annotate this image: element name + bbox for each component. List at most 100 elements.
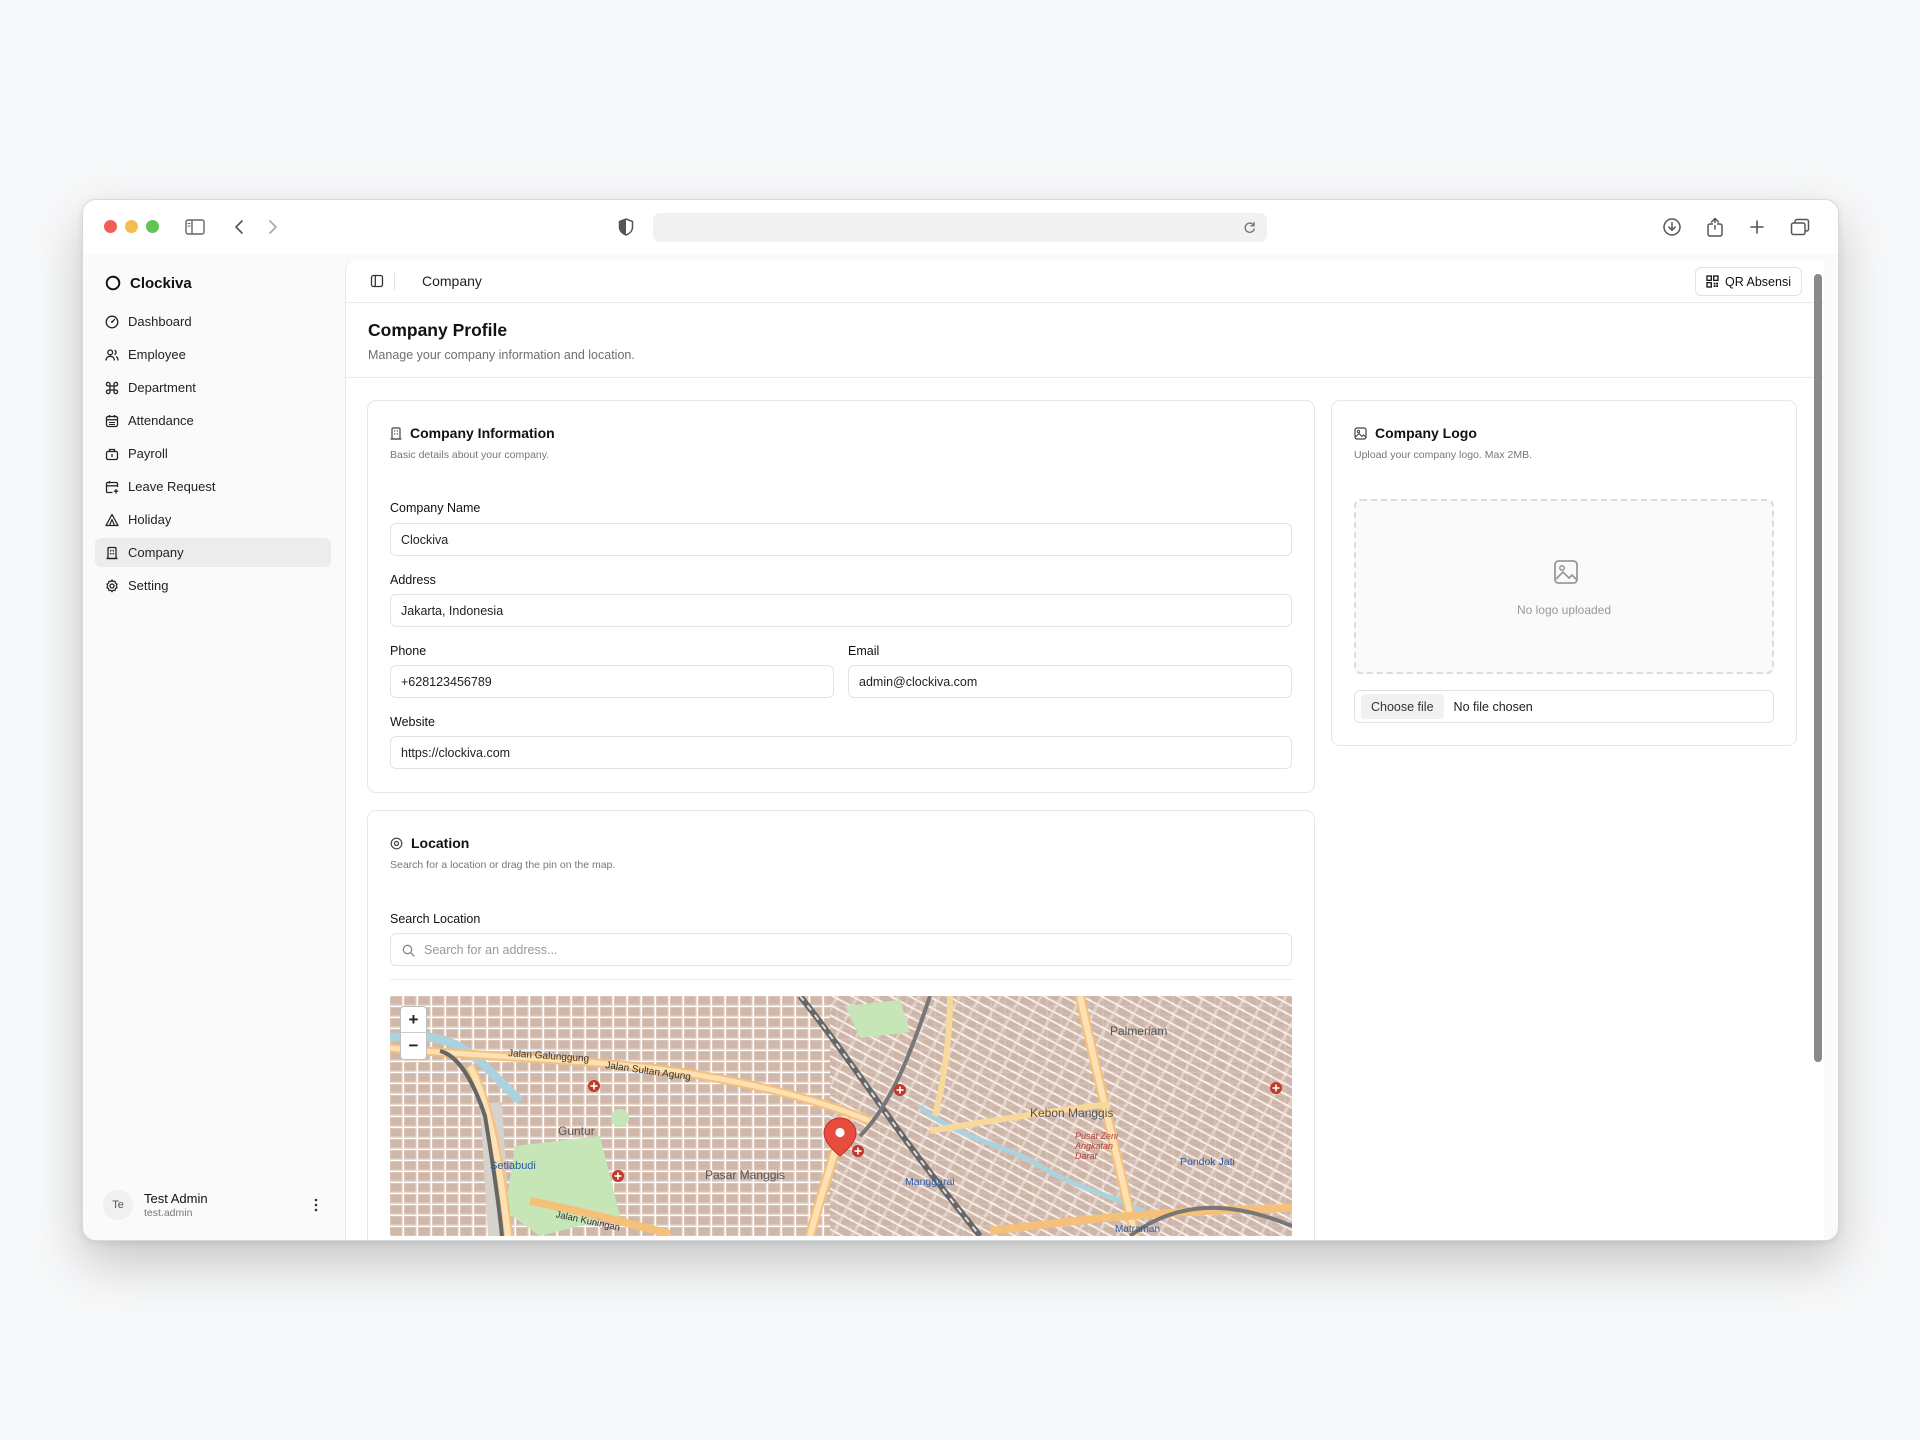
user-name: Test Admin [144, 1191, 208, 1206]
sidebar-item-department[interactable]: Department [95, 373, 331, 402]
sidebar-item-label: Holiday [128, 512, 172, 527]
map-label: Manggarai [905, 1176, 955, 1188]
divider [390, 979, 1292, 980]
shield-icon[interactable] [613, 214, 639, 240]
image-icon [1354, 426, 1367, 440]
location-map[interactable]: Jalan Galunggung Jalan Sultan Agung Seti… [390, 996, 1292, 1236]
sidebar-nav: Dashboard Employee Department Attendance… [95, 307, 331, 604]
website-input[interactable]: https://clockiva.com [390, 736, 1292, 769]
search-placeholder: Search for an address... [424, 942, 558, 957]
scrollbar-thumb[interactable] [1814, 274, 1822, 1062]
search-icon [402, 944, 415, 957]
panel-toggle-icon[interactable] [368, 272, 386, 290]
qr-code-icon [1706, 275, 1719, 288]
breadcrumb: Company [422, 273, 482, 289]
company-name-input[interactable]: Clockiva [390, 523, 1292, 556]
maximize-window-button[interactable] [146, 220, 159, 233]
briefcase-icon [105, 448, 119, 460]
sidebar-item-label: Dashboard [128, 314, 192, 329]
image-placeholder-icon [1554, 560, 1578, 584]
company-logo-card: Company Logo Upload your company logo. M… [1331, 400, 1797, 746]
address-bar[interactable] [653, 213, 1267, 242]
share-icon[interactable] [1702, 214, 1728, 240]
avatar: Te [103, 1190, 133, 1220]
building-icon [106, 546, 118, 559]
user-menu[interactable]: Te Test Admin test.admin [103, 1188, 329, 1222]
sidebar-item-label: Employee [128, 347, 186, 362]
scrollbar[interactable] [1810, 260, 1824, 1240]
logo-dropzone[interactable]: No logo uploaded [1354, 499, 1774, 674]
no-logo-text: No logo uploaded [1516, 603, 1612, 617]
sidebar-item-payroll[interactable]: Payroll [95, 439, 331, 468]
zoom-out-button[interactable]: − [401, 1033, 426, 1059]
map-label: Matraman [1115, 1224, 1161, 1235]
search-location-label: Search Location [390, 912, 481, 926]
address-input[interactable]: Jakarta, Indonesia [390, 594, 1292, 627]
minimize-window-button[interactable] [125, 220, 138, 233]
card-subtitle: Upload your company logo. Max 2MB. [1354, 449, 1533, 461]
logo-circle-icon [105, 275, 121, 291]
sidebar: Clockiva Dashboard Employee Department A… [83, 254, 345, 1240]
gear-icon [106, 578, 118, 592]
file-status: No file chosen [1453, 699, 1533, 714]
page-header: Company Profile Manage your company info… [346, 303, 1824, 378]
phone-input[interactable]: +628123456789 [390, 665, 834, 698]
card-title: Company Information [410, 425, 555, 441]
more-vertical-icon[interactable] [307, 1196, 325, 1214]
search-location-input[interactable]: Search for an address... [390, 933, 1292, 966]
sidebar-item-label: Setting [128, 578, 169, 593]
sidebar-item-employee[interactable]: Employee [95, 340, 331, 369]
sidebar-item-label: Department [128, 380, 196, 395]
page-subtitle: Manage your company information and loca… [368, 348, 635, 362]
map-label: Guntur [558, 1124, 595, 1138]
company-name-label: Company Name [390, 501, 481, 515]
page-title: Company Profile [368, 320, 508, 340]
app-shell: Clockiva Dashboard Employee Department A… [83, 254, 1838, 1240]
tent-icon [105, 513, 119, 526]
building-icon [390, 426, 402, 440]
card-subtitle: Basic details about your company. [390, 449, 550, 461]
sidebar-item-attendance[interactable]: Attendance [95, 406, 331, 435]
sidebar-item-leave-request[interactable]: Leave Request [95, 472, 331, 501]
website-label: Website [390, 715, 435, 729]
sidebar-toggle-icon[interactable] [182, 214, 208, 240]
top-bar: Company QR Absensi [346, 260, 1824, 303]
close-window-button[interactable] [104, 220, 117, 233]
qr-absensi-button[interactable]: QR Absensi [1694, 267, 1802, 296]
calendar-icon [105, 414, 119, 427]
sidebar-item-label: Company [128, 545, 184, 560]
card-title: Company Logo [1375, 425, 1477, 441]
new-tab-icon[interactable] [1744, 214, 1770, 240]
logo-file-input[interactable]: Choose file No file chosen [1354, 690, 1774, 723]
zoom-in-button[interactable]: + [401, 1007, 426, 1033]
tab-overview-icon[interactable] [1787, 214, 1813, 240]
map-label: Palmeriam [1110, 1024, 1168, 1038]
choose-file-button[interactable]: Choose file [1361, 694, 1444, 719]
forward-arrow-icon[interactable] [260, 214, 286, 240]
phone-label: Phone [390, 644, 427, 658]
sidebar-item-holiday[interactable]: Holiday [95, 505, 331, 534]
sidebar-item-label: Payroll [128, 446, 168, 461]
gauge-icon [105, 315, 119, 328]
map-label: Pusat Zeni Angkatan Darat [1075, 1131, 1119, 1161]
divider [394, 273, 395, 290]
sidebar-item-setting[interactable]: Setting [95, 571, 331, 600]
sidebar-item-dashboard[interactable]: Dashboard [95, 307, 331, 336]
map-label: Pasar Manggis [705, 1168, 786, 1182]
calendar-plus-icon [105, 480, 119, 493]
map-zoom-control: + − [400, 1006, 427, 1060]
main-content: Company QR Absensi Company Profile Manag… [345, 260, 1824, 1240]
map-label: Setiabudi [490, 1160, 536, 1172]
brand[interactable]: Clockiva [105, 272, 192, 294]
address-label: Address [390, 573, 436, 587]
download-icon[interactable] [1659, 214, 1685, 240]
users-icon [105, 348, 119, 361]
back-arrow-icon[interactable] [226, 214, 252, 240]
reload-icon[interactable] [1237, 215, 1261, 239]
sidebar-item-label: Attendance [128, 413, 194, 428]
location-card: Location Search for a location or drag t… [367, 810, 1315, 1240]
browser-window: Clockiva Dashboard Employee Department A… [82, 199, 1839, 1241]
sidebar-item-company[interactable]: Company [95, 538, 331, 567]
email-input[interactable]: admin@clockiva.com [848, 665, 1292, 698]
card-subtitle: Search for a location or drag the pin on… [390, 859, 616, 871]
